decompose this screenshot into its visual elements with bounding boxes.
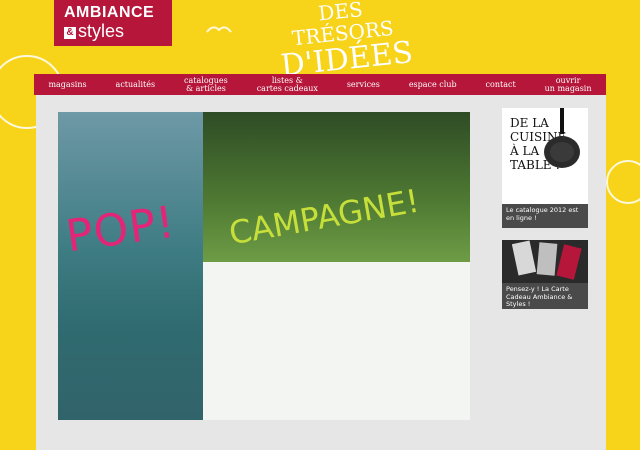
frying-pan-icon-svg: [544, 108, 580, 168]
brand-logo[interactable]: AMBIANCE & styles: [54, 0, 172, 46]
hero-pool-image: [58, 112, 203, 420]
bird-doodle-icon: [206, 18, 232, 33]
gift-card-icon: [536, 242, 558, 276]
nav-item-magasins[interactable]: magasins: [48, 80, 86, 89]
main-navigation: magasins actualités catalogues & article…: [34, 74, 606, 95]
nav-item-listes-cartes-cadeaux[interactable]: listes & cartes cadeaux: [257, 76, 318, 93]
hero-table-image: [203, 262, 470, 420]
logo-styles-text: styles: [78, 21, 125, 41]
nav-item-contact[interactable]: contact: [486, 80, 516, 89]
logo-word-ambiance: AMBIANCE: [64, 4, 155, 21]
bird-doodle-icon-svg: [206, 26, 232, 33]
hero-banner[interactable]: POP! CAMPAGNE!: [58, 112, 470, 420]
logo-word-styles: & styles: [64, 21, 172, 41]
catalogue-promo-caption[interactable]: Le catalogue 2012 est en ligne !: [502, 204, 588, 228]
nav-item-services[interactable]: services: [347, 80, 380, 89]
frying-pan-icon: [542, 108, 582, 180]
gift-card-promo-caption[interactable]: Pensez-y ! La Carte Cadeau Ambiance & St…: [502, 283, 588, 309]
decorative-circle-icon: [606, 160, 640, 204]
logo-ampersand: &: [64, 27, 76, 39]
nav-item-ouvrir-un-magasin[interactable]: ouvrir un magasin: [545, 76, 592, 93]
nav-item-actualites[interactable]: actualités: [116, 80, 156, 89]
nav-item-espace-club[interactable]: espace club: [409, 80, 457, 89]
nav-item-catalogues-articles[interactable]: catalogues & articles: [184, 76, 228, 93]
